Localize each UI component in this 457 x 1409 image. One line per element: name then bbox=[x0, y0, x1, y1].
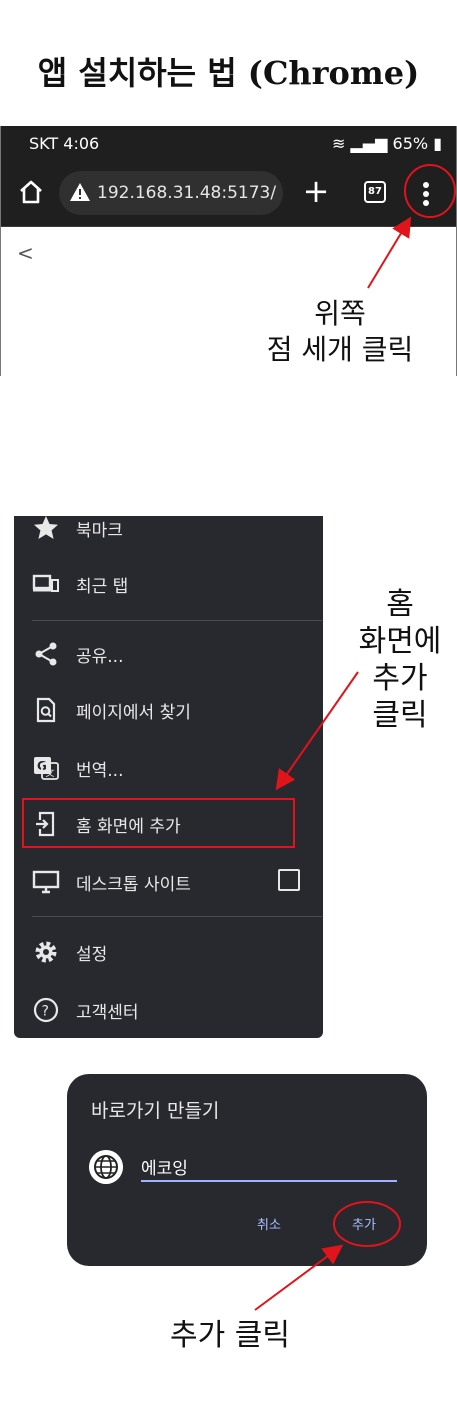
home-icon[interactable] bbox=[15, 176, 47, 208]
address-bar[interactable]: 192.168.31.48:5173/ bbox=[59, 171, 283, 215]
help-icon: ? bbox=[33, 997, 59, 1023]
back-chevron[interactable]: < bbox=[17, 241, 34, 265]
status-bar: SKT 4:06 ≋ ▂▄▆ 65% ▮ bbox=[1, 126, 456, 161]
status-carrier-time: SKT 4:06 bbox=[29, 134, 100, 153]
annotation-add-click: 추가 클릭 bbox=[170, 1318, 290, 1353]
status-battery: ≋ ▂▄▆ 65% ▮ bbox=[332, 134, 442, 153]
add-button[interactable]: 추가 bbox=[352, 1214, 376, 1233]
star-icon bbox=[34, 516, 58, 539]
page-title: 앱 설치하는 법 (Chrome) bbox=[37, 54, 420, 92]
menu-item-recent-tabs[interactable]: 최근 탭 bbox=[14, 556, 323, 612]
annotation-add-to-home: 홈 화면에 추가 클릭 bbox=[358, 587, 442, 733]
cancel-button[interactable]: 취소 bbox=[257, 1214, 281, 1233]
menu-item-find-in-page[interactable]: 페이지에서 찾기 bbox=[14, 682, 323, 738]
find-in-page-icon bbox=[36, 697, 56, 723]
chrome-overflow-menu: 북마크 최근 탭 공유... 페이지에서 찾기 G 文 번역... 홈 화면에 … bbox=[14, 516, 323, 1038]
dialog-title: 바로가기 만들기 bbox=[91, 1100, 220, 1122]
annotation-menu-dots: 위쪽 점 세개 클릭 bbox=[266, 297, 414, 366]
browser-toolbar: 192.168.31.48:5173/ + 87 bbox=[1, 161, 456, 227]
create-shortcut-dialog: 바로가기 만들기 취소 추가 bbox=[67, 1074, 427, 1266]
menu-item-help[interactable]: ? 고객센터 bbox=[14, 982, 323, 1038]
menu-item-translate[interactable]: G 文 번역... bbox=[14, 740, 323, 796]
warning-icon bbox=[70, 183, 90, 201]
menu-divider bbox=[32, 620, 322, 621]
menu-item-share[interactable]: 공유... bbox=[14, 626, 323, 682]
menu-item-desktop-site[interactable]: 데스크톱 사이트 bbox=[14, 854, 323, 910]
url-text: 192.168.31.48:5173/ bbox=[97, 183, 277, 203]
wifi-signal-icon: ≋ ▂▄▆ bbox=[332, 134, 393, 153]
share-icon bbox=[35, 642, 57, 666]
svg-text:文: 文 bbox=[46, 767, 55, 779]
menu-item-bookmarks[interactable]: 북마크 bbox=[14, 516, 323, 556]
svg-text:?: ? bbox=[42, 1004, 49, 1020]
desktop-icon bbox=[32, 870, 60, 894]
devices-icon bbox=[32, 574, 59, 592]
menu-divider bbox=[32, 916, 322, 917]
globe-icon bbox=[89, 1150, 123, 1184]
more-vert-icon[interactable] bbox=[411, 176, 441, 212]
desktop-site-checkbox[interactable] bbox=[278, 869, 300, 891]
highlight-box-add-to-home bbox=[22, 798, 295, 848]
shortcut-name-input[interactable] bbox=[141, 1152, 397, 1182]
translate-icon: G 文 bbox=[34, 757, 59, 780]
menu-item-settings[interactable]: 설정 bbox=[14, 924, 323, 980]
tab-switcher-button[interactable]: 87 bbox=[364, 181, 386, 203]
settings-gear-icon bbox=[35, 941, 57, 963]
new-tab-plus-icon[interactable]: + bbox=[298, 173, 334, 209]
